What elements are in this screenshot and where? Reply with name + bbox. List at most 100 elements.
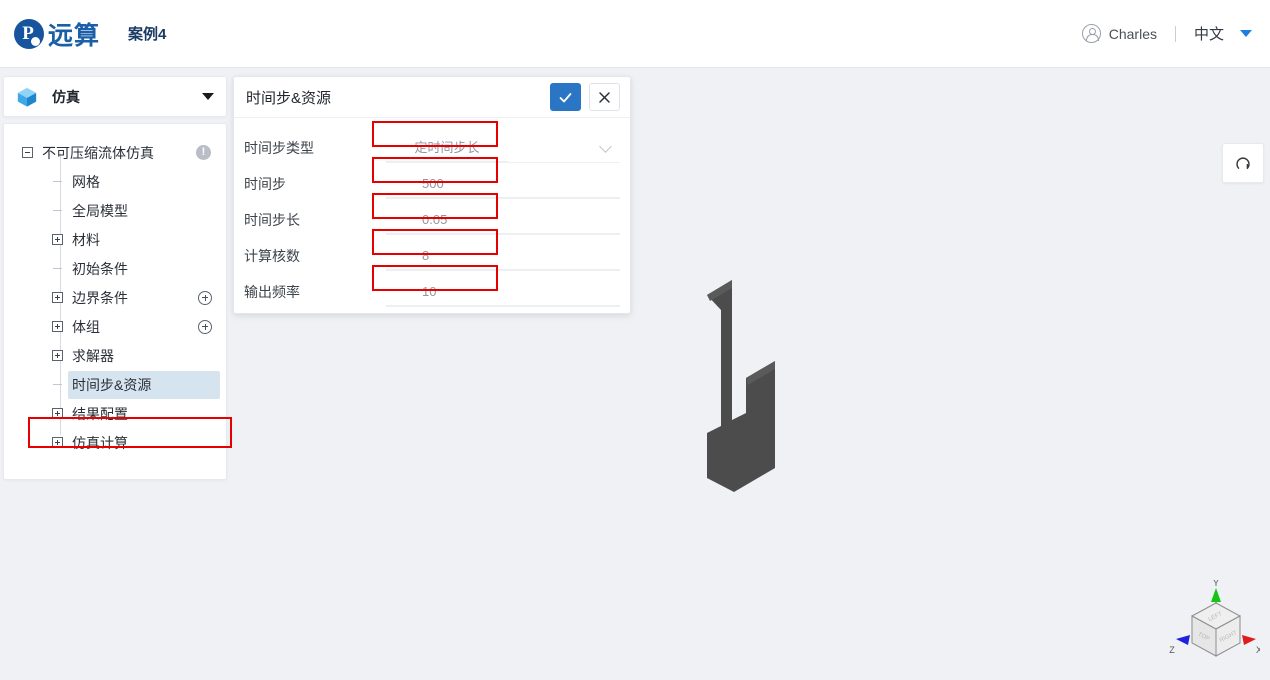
tree-item-8[interactable]: 时间步&资源 <box>4 370 226 399</box>
dialog-title: 时间步&资源 <box>246 89 332 107</box>
field-underline <box>386 162 620 163</box>
axis-label-y: Y <box>1213 580 1219 588</box>
form-row-1: 时间步 500 <box>244 166 620 202</box>
expand-box-icon[interactable] <box>52 408 63 419</box>
input-value[interactable]: 0.05 <box>386 206 620 234</box>
tree-item-label: 体组 <box>72 318 100 335</box>
expand-box-icon[interactable] <box>52 321 63 332</box>
tree-item-4[interactable]: 初始条件 <box>4 254 226 283</box>
tree-item-7[interactable]: 求解器 <box>4 341 226 370</box>
field-control[interactable]: 0.05 <box>386 203 620 237</box>
model-geometry <box>707 280 775 492</box>
language-label[interactable]: 中文 <box>1194 23 1224 44</box>
tree-item-label: 全局模型 <box>72 202 128 219</box>
chevron-down-icon[interactable] <box>599 140 612 153</box>
expand-box-icon[interactable] <box>52 234 63 245</box>
header-right-group: Charles 中文 <box>1081 23 1252 44</box>
check-icon <box>559 92 572 102</box>
input-value[interactable]: 10 <box>386 278 620 306</box>
app-header: P 远算 案例4 Charles 中文 <box>0 0 1270 68</box>
form-row-2: 时间步长 0.05 <box>244 202 620 238</box>
field-control[interactable]: 定时间步长 <box>386 131 620 165</box>
form-row-3: 计算核数 8 <box>244 238 620 274</box>
tree-item-2[interactable]: 全局模型 <box>4 196 226 225</box>
caret-down-icon[interactable] <box>1240 30 1252 37</box>
tree-branch-line-icon[interactable] <box>52 263 63 274</box>
collapse-box-icon[interactable] <box>22 147 33 158</box>
axis-arrow-x <box>1242 635 1256 645</box>
select-value[interactable]: 定时间步长 <box>386 134 508 162</box>
caret-down-icon[interactable] <box>202 93 214 100</box>
add-item-icon[interactable] <box>198 319 212 334</box>
expand-box-icon[interactable] <box>52 292 63 303</box>
axis-gizmo[interactable]: LEFT TOP RIGHT Y X Z <box>1140 580 1260 680</box>
field-label: 时间步类型 <box>244 140 314 156</box>
input-value[interactable]: 500 <box>386 170 620 198</box>
field-control[interactable]: 10 <box>386 275 620 309</box>
project-title: 案例4 <box>128 26 167 43</box>
tree-item-label: 初始条件 <box>72 260 128 277</box>
close-icon <box>599 91 610 103</box>
tree-item-label: 不可压缩流体仿真 <box>42 144 154 161</box>
reset-view-button[interactable] <box>1222 143 1264 183</box>
tree-item-label: 结果配置 <box>72 405 128 422</box>
input-value[interactable]: 8 <box>386 242 620 270</box>
axis-arrow-y <box>1211 588 1221 602</box>
field-label: 时间步 <box>244 176 286 192</box>
field-label: 输出频率 <box>244 284 300 300</box>
field-underline <box>386 234 620 235</box>
header-divider <box>1174 25 1176 42</box>
tree-item-label: 材料 <box>72 231 100 248</box>
sidebar: 仿真 不可压缩流体仿真! 网格全局模型材料初始条件边界条件体组求解器时间步&资源结… <box>3 76 232 480</box>
tree-item-label: 边界条件 <box>72 289 128 306</box>
field-label: 计算核数 <box>244 248 300 264</box>
simulation-tree: 不可压缩流体仿真! 网格全局模型材料初始条件边界条件体组求解器时间步&资源结果配置… <box>3 123 232 480</box>
tree-item-9[interactable]: 结果配置 <box>4 399 226 428</box>
dialog-body: 时间步类型 定时间步长时间步 500 时间步长 0.05 计算核数 8 输出频率 10 <box>234 118 630 310</box>
confirm-button[interactable] <box>550 83 581 111</box>
field-control[interactable]: 8 <box>386 239 620 273</box>
tree-item-1[interactable]: 网格 <box>4 167 226 196</box>
tree-item-label: 网格 <box>72 173 100 190</box>
add-item-icon[interactable] <box>198 290 212 305</box>
app-logo[interactable]: P 远算 <box>14 16 100 52</box>
sidebar-module-label: 仿真 <box>52 88 80 105</box>
expand-box-icon[interactable] <box>52 350 63 361</box>
user-name-label: Charles <box>1108 25 1157 42</box>
timestep-resource-dialog: 时间步&资源 时间步类型 定时间步长时间步 500 时间步长 0.05 计算核数 8 输出频率… <box>233 76 631 314</box>
tree-item-5[interactable]: 边界条件 <box>4 283 226 312</box>
tree-item-3[interactable]: 材料 <box>4 225 226 254</box>
field-control[interactable]: 500 <box>386 167 620 201</box>
logo-mark-icon: P <box>14 18 44 49</box>
tree-item-label: 求解器 <box>72 347 114 364</box>
axis-label-z: Z <box>1169 645 1175 655</box>
tree-item-label: 时间步&资源 <box>68 370 220 399</box>
tree-item-label: 仿真计算 <box>72 434 128 451</box>
form-row-4: 输出频率 10 <box>244 274 620 310</box>
status-badge: ! <box>196 145 211 160</box>
tree-item-0[interactable]: 不可压缩流体仿真! <box>4 138 226 167</box>
cube-icon <box>17 87 37 107</box>
axis-arrow-z <box>1176 635 1190 645</box>
logo-dot <box>31 36 40 46</box>
dialog-header: 时间步&资源 <box>234 77 630 118</box>
field-label: 时间步长 <box>244 212 300 228</box>
user-circle-icon <box>1081 24 1101 43</box>
expand-box-icon[interactable] <box>52 437 63 448</box>
tree-branch-line-icon[interactable] <box>52 176 63 187</box>
tree-branch-line-icon[interactable] <box>52 379 63 390</box>
sidebar-module-selector[interactable]: 仿真 <box>3 76 227 117</box>
axis-label-x: X <box>1256 645 1260 655</box>
tree-item-10[interactable]: 仿真计算 <box>4 428 226 457</box>
tree-item-6[interactable]: 体组 <box>4 312 226 341</box>
field-underline <box>386 270 620 271</box>
tree-branch-line-icon[interactable] <box>52 205 63 216</box>
field-underline <box>386 306 620 307</box>
dialog-buttons <box>550 83 620 111</box>
logo-text: 远算 <box>48 20 101 50</box>
field-underline <box>386 198 620 199</box>
form-row-0: 时间步类型 定时间步长 <box>244 130 620 166</box>
reset-view-icon <box>1236 157 1250 169</box>
close-button[interactable] <box>589 83 620 111</box>
user-menu[interactable]: Charles <box>1081 24 1157 43</box>
